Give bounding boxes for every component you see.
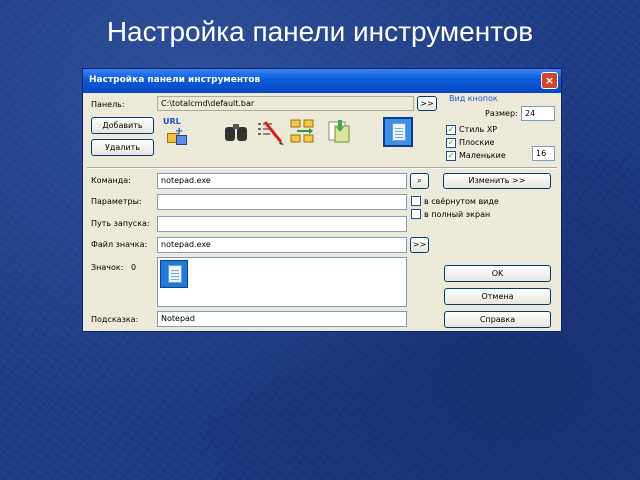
- delete-button[interactable]: Удалить: [91, 139, 154, 156]
- params-label: Параметры:: [91, 197, 142, 206]
- small-checkbox[interactable]: ✓: [446, 151, 456, 161]
- url-ftp-icon[interactable]: URL +: [163, 117, 187, 145]
- toolbar-preview: URL +: [157, 114, 437, 150]
- slide-title: Настройка панели инструментов: [106, 16, 534, 47]
- change-button[interactable]: Изменить >>: [443, 173, 551, 189]
- separator: [87, 167, 557, 169]
- fullscreen-checkbox[interactable]: [411, 209, 421, 219]
- minimized-checkbox[interactable]: [411, 196, 421, 206]
- command-search-button[interactable]: ⌕: [410, 173, 429, 189]
- icon-label: Значок:: [91, 263, 124, 272]
- panel-path-field[interactable]: C:\totalcmd\default.bar: [157, 96, 414, 111]
- close-button[interactable]: ×: [541, 72, 558, 89]
- pack-icon[interactable]: [327, 118, 353, 146]
- toolbar-settings-dialog: Настройка панели инструментов × Панель: …: [82, 68, 562, 332]
- params-field[interactable]: [157, 194, 407, 210]
- command-label: Команда:: [91, 176, 131, 185]
- icon-file-field[interactable]: notepad.exe: [157, 237, 407, 253]
- dialog-title: Настройка панели инструментов: [89, 75, 261, 85]
- search-icon: ⌕: [416, 176, 423, 186]
- size-label: Размер:: [485, 109, 518, 118]
- ok-button[interactable]: OK: [444, 265, 551, 282]
- style-xp-label: Стиль XP: [459, 125, 498, 134]
- size-field[interactable]: 24: [521, 106, 555, 121]
- icon-file-browse-button[interactable]: >>: [410, 237, 429, 253]
- command-field[interactable]: notepad.exe: [157, 173, 407, 189]
- flat-label: Плоские: [459, 138, 495, 147]
- tooltip-field[interactable]: Notepad: [157, 311, 407, 327]
- panel-browse-button[interactable]: >>: [417, 96, 437, 111]
- url-icon-text: URL: [163, 117, 181, 126]
- icon-index: 0: [131, 263, 137, 272]
- style-xp-checkbox[interactable]: ✓: [446, 125, 456, 135]
- icon-list[interactable]: [157, 257, 407, 307]
- binoculars-icon[interactable]: [225, 122, 249, 142]
- folder-sync-icon[interactable]: [289, 118, 317, 146]
- add-button[interactable]: Добавить: [91, 117, 154, 134]
- icon-file-label: Файл значка:: [91, 240, 148, 249]
- notepad-icon[interactable]: [383, 117, 413, 147]
- tooltip-label: Подсказка:: [91, 315, 139, 324]
- panel-label: Панель:: [91, 100, 125, 109]
- view-group-title: Вид кнопок: [449, 94, 498, 103]
- help-button[interactable]: Справка: [444, 311, 551, 328]
- minimized-label: в свёрнутом виде: [424, 197, 499, 206]
- cancel-button[interactable]: Отмена: [444, 288, 551, 305]
- start-path-field[interactable]: [157, 216, 407, 232]
- small-label: Маленькие: [459, 151, 506, 160]
- edit-icon[interactable]: [257, 118, 285, 146]
- fullscreen-label: в полный экран: [424, 210, 491, 219]
- notepad-icon[interactable]: [160, 260, 188, 288]
- flat-checkbox[interactable]: ✓: [446, 138, 456, 148]
- small-size-field[interactable]: 16: [532, 146, 555, 161]
- dialog-titlebar[interactable]: Настройка панели инструментов ×: [83, 69, 561, 93]
- start-path-label: Путь запуска:: [91, 219, 150, 228]
